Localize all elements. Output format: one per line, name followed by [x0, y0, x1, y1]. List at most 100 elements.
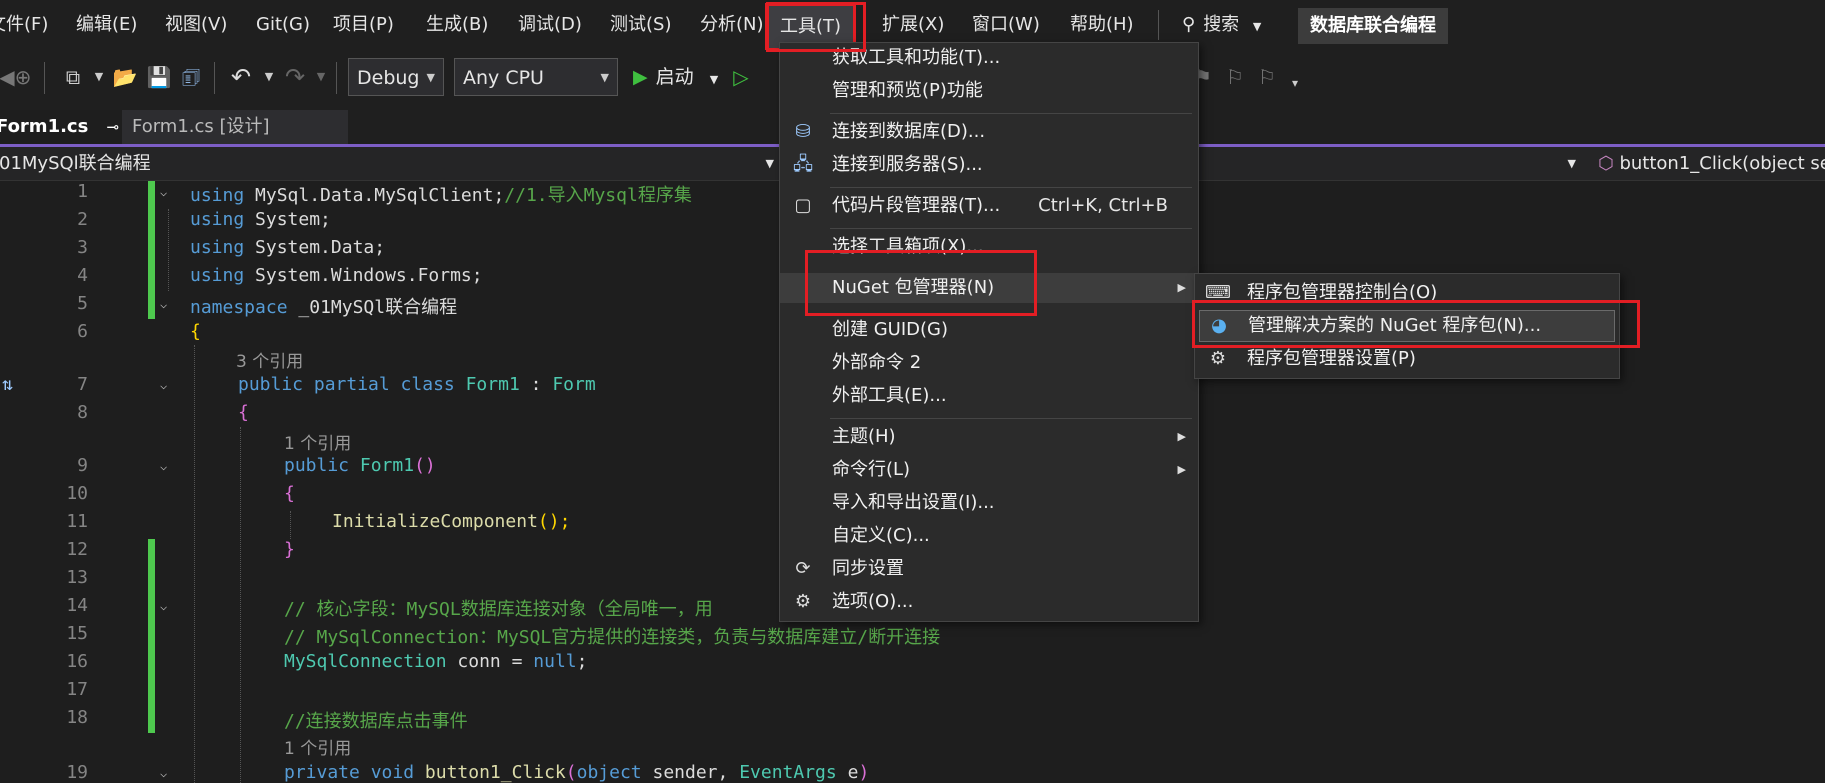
fold-icon[interactable]: ⌵ — [160, 185, 167, 199]
menu-window[interactable]: 窗口(W) — [962, 10, 1050, 40]
code-line: { — [190, 321, 201, 342]
save-icon[interactable]: 💾 — [144, 62, 174, 92]
toolbar-overflow-icon[interactable]: ▾ — [1280, 68, 1310, 98]
menu-file[interactable]: 文件(F) — [0, 10, 58, 40]
code-line: // 核心字段：MySQL数据库连接对象（全局唯一，用 — [284, 599, 713, 620]
save-all-icon[interactable]: 🗊 — [176, 62, 206, 92]
search-label: 搜索 — [1203, 14, 1240, 35]
menu-item-options[interactable]: ⚙ 选项(O)... — [780, 587, 1198, 617]
menu-edit[interactable]: 编辑(E) — [66, 10, 147, 40]
platform-select[interactable]: Any CPU ▼ — [454, 58, 618, 96]
menu-analyze[interactable]: 分析(N) — [690, 10, 774, 40]
keyword: namespace — [190, 297, 288, 318]
codelens-references[interactable]: 3 个引用 — [236, 347, 303, 372]
menu-view[interactable]: 视图(V) — [155, 10, 237, 40]
menu-test[interactable]: 测试(S) — [600, 10, 681, 40]
menu-item-label: 导入和导出设置(I)... — [832, 492, 995, 513]
toolbar-divider — [336, 62, 337, 94]
method-call: InitializeComponent — [332, 511, 538, 532]
pin-icon[interactable]: ⊸ — [107, 118, 120, 136]
codelens-references[interactable]: 1 个引用 — [284, 429, 351, 454]
menu-item-label: 创建 GUID(G) — [832, 319, 949, 340]
code-line: using System.Data; — [190, 237, 385, 258]
menu-item-command-line[interactable]: 命令行(L) ▶ — [780, 455, 1198, 485]
menu-item-label: 管理解决方案的 NuGet 程序包(N)... — [1248, 315, 1542, 336]
forward-icon[interactable]: ⊕ — [8, 62, 38, 92]
menu-item-import-export[interactable]: 导入和导出设置(I)... — [780, 488, 1198, 518]
method-icon: ⬡ — [1598, 153, 1614, 174]
chevron-down-icon: ▼ — [709, 73, 719, 86]
menu-item-manage-nuget-packages[interactable]: ◕ 管理解决方案的 NuGet 程序包(N)... — [1199, 310, 1615, 342]
comment: //1.导入Mysql程序集 — [504, 185, 692, 206]
line-number: 6 — [77, 321, 88, 342]
menu-help[interactable]: 帮助(H) — [1060, 10, 1144, 40]
code-line: using System; — [190, 209, 331, 230]
tab-form1-designer[interactable]: Form1.cs [设计] — [122, 110, 348, 144]
line-number: 12 — [66, 539, 88, 560]
codelens-references[interactable]: 1 个引用 — [284, 734, 351, 759]
menu-item-create-guid[interactable]: 创建 GUID(G) — [780, 315, 1198, 345]
menu-item-label: 选项(O)... — [832, 591, 914, 612]
solution-title: 数据库联合编程 — [1298, 8, 1448, 44]
menu-item-label: 同步设置 — [832, 558, 904, 579]
menu-project[interactable]: 项目(P) — [323, 10, 404, 40]
type-name: EventArgs — [739, 762, 837, 783]
nuget-submenu: ⌨ 程序包管理器控制台(O) ◕ 管理解决方案的 NuGet 程序包(N)... ⚙… — [1194, 273, 1620, 379]
codelens-icon[interactable]: ⇅ — [2, 374, 13, 395]
bookmark-next-icon[interactable]: ⚐ — [1252, 62, 1282, 92]
menu-item-get-tools[interactable]: 获取工具和功能(T)... — [780, 43, 1198, 73]
menu-item-external-command[interactable]: 外部命令 2 — [780, 348, 1198, 378]
open-folder-icon[interactable]: 📂 — [110, 62, 140, 92]
code-line: namespace _01MySQl联合编程 — [190, 293, 457, 319]
gear-icon: ⚙ — [1209, 348, 1227, 369]
menu-item-nuget[interactable]: NuGet 包管理器(N) ▶ — [780, 273, 1198, 303]
menu-item-package-settings[interactable]: ⚙ 程序包管理器设置(P) — [1195, 344, 1619, 374]
line-number: 19 — [66, 762, 88, 783]
menu-item-external-tools[interactable]: 外部工具(E)... — [780, 381, 1198, 411]
fold-icon[interactable]: ⌵ — [160, 599, 167, 613]
start-without-debug-icon[interactable]: ▷ — [726, 62, 756, 92]
platform-value: Any CPU — [463, 67, 544, 89]
start-button[interactable]: ▶ 启动 ▼ — [633, 60, 718, 94]
database-connect-icon: ⛁ — [795, 121, 811, 142]
menu-item-package-console[interactable]: ⌨ 程序包管理器控制台(O) — [1195, 278, 1619, 308]
server-connect-icon: 🖧 — [792, 154, 814, 175]
menu-build[interactable]: 生成(B) — [416, 10, 498, 40]
menu-item-connect-server[interactable]: 🖧 连接到服务器(S)... — [780, 150, 1198, 180]
bookmark-prev-icon[interactable]: ⚐ — [1220, 62, 1250, 92]
punctuation: (); — [537, 511, 571, 532]
menu-item-label: 代码片段管理器(T)... — [832, 195, 1001, 216]
fold-icon[interactable]: ⌵ — [160, 297, 167, 311]
toolbar-divider — [214, 62, 215, 94]
menu-item-customize[interactable]: 自定义(C)... — [780, 521, 1198, 551]
undo-icon[interactable]: ↶ — [226, 62, 256, 92]
tab-form1-cs[interactable]: Form1.cs ⊸ ✕ — [0, 110, 151, 144]
menu-item-snippet-manager[interactable]: ▢ 代码片段管理器(T)... Ctrl+K, Ctrl+B — [780, 191, 1198, 221]
menu-item-choose-toolbox[interactable]: 选择工具箱项(X)... — [780, 232, 1198, 262]
punctuation: ; — [576, 651, 588, 672]
menu-item-manage-preview[interactable]: 管理和预览(P)功能 — [780, 76, 1198, 106]
type-dropdown[interactable]: ▼ — [1196, 149, 1586, 178]
chevron-down-icon[interactable]: ▼ — [306, 62, 336, 92]
code-line: public Form1() — [284, 455, 436, 476]
search-button[interactable]: ⚲ 搜索 ▼ — [1182, 10, 1261, 40]
indent-guide — [194, 345, 195, 783]
menu-git[interactable]: Git(G) — [246, 10, 320, 40]
member-dropdown[interactable]: ⬡ button1_Click(object sender, EventArgs… — [1598, 149, 1825, 178]
menu-item-theme[interactable]: 主题(H) ▶ — [780, 422, 1198, 452]
fold-icon[interactable]: ⌵ — [160, 459, 167, 473]
play-icon: ▶ — [633, 66, 648, 88]
fold-icon[interactable]: ⌵ — [160, 766, 167, 780]
project-dropdown[interactable]: _01MySQl联合编程 ▼ — [0, 149, 774, 178]
change-bar — [148, 181, 155, 319]
config-select[interactable]: Debug ▼ — [348, 58, 444, 96]
menu-debug[interactable]: 调试(D) — [508, 10, 592, 40]
menu-item-sync-settings[interactable]: ⟳ 同步设置 — [780, 554, 1198, 584]
nuget-icon: ◕ — [1211, 315, 1227, 336]
menu-item-connect-database[interactable]: ⛁ 连接到数据库(D)... — [780, 117, 1198, 147]
code-line: using MySql.Data.MySqlClient;//1.导入Mysql… — [190, 181, 692, 207]
keyword: public partial class — [238, 374, 455, 395]
fold-icon[interactable]: ⌵ — [160, 378, 167, 392]
menu-extensions[interactable]: 扩展(X) — [872, 10, 954, 40]
line-number: 18 — [66, 707, 88, 728]
